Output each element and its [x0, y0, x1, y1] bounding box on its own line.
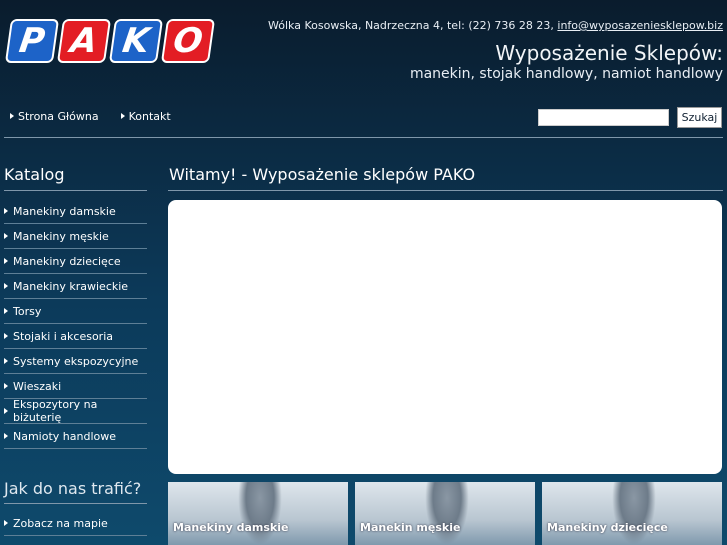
arrow-right-icon	[4, 233, 8, 239]
thumb-manekiny-damskie[interactable]: Manekiny damskie	[168, 482, 348, 545]
logo-letter-o: O	[160, 19, 216, 63]
sidebar-item-label: Zobacz na mapie	[13, 516, 108, 530]
sidebar-item-map[interactable]: Zobacz na mapie	[4, 511, 147, 536]
mannequin-image	[238, 482, 282, 545]
sidebar-item-systemy[interactable]: Systemy ekspozycyjne	[4, 349, 147, 374]
catalog-list: Manekiny damskie Manekiny męskie Manekin…	[4, 199, 147, 449]
sidebar-item-manekiny-meskie[interactable]: Manekiny męskie	[4, 224, 147, 249]
logo-letter-a: A	[56, 19, 112, 63]
arrow-right-icon	[4, 208, 8, 214]
arrow-right-icon	[4, 433, 8, 439]
sidebar-item-label: Systemy ekspozycyjne	[13, 354, 139, 368]
sidebar-title: Katalog	[4, 165, 65, 184]
page-title: Witamy! - Wyposażenie sklepów PAKO	[169, 165, 476, 184]
arrow-right-icon	[4, 258, 8, 264]
arrow-right-icon	[10, 113, 14, 119]
contact-address: Wólka Kosowska, Nadrzeczna 4, tel: (22) …	[268, 19, 554, 32]
nav-item-label: Strona Główna	[18, 110, 99, 123]
thumb-caption: Manekiny dziecięce	[547, 521, 668, 534]
sidebar-item-label: Namioty handlowe	[13, 429, 117, 443]
main-title-divider	[168, 190, 723, 191]
sidebar-item-label: Stojaki i akcesoria	[13, 329, 114, 343]
sidebar-item-manekiny-dzieciece[interactable]: Manekiny dziecięce	[4, 249, 147, 274]
directions-list: Zobacz na mapie	[4, 511, 147, 536]
arrow-right-icon	[4, 408, 8, 414]
sidebar-item-label: Manekiny damskie	[13, 204, 116, 218]
sidebar-item-manekiny-krawieckie[interactable]: Manekiny krawieckie	[4, 274, 147, 299]
nav-item-label: Kontakt	[128, 110, 171, 123]
sidebar-item-torsy[interactable]: Torsy	[4, 299, 147, 324]
top-nav: Strona Główna Kontakt	[10, 110, 171, 123]
tagline-title: Wyposażenie Sklepów:	[495, 41, 723, 65]
thumb-manekiny-dzieciece[interactable]: Manekiny dziecięce	[542, 482, 722, 545]
sidebar-item-label: Manekiny dziecięce	[13, 254, 121, 268]
contact-info: Wólka Kosowska, Nadrzeczna 4, tel: (22) …	[268, 19, 723, 32]
sidebar-item-namioty[interactable]: Namioty handlowe	[4, 424, 147, 449]
arrow-right-icon	[4, 283, 8, 289]
logo-letter-k: K	[108, 19, 164, 63]
sidebar-directions-divider	[4, 503, 147, 504]
tagline-subtitle: manekin, stojak handlowy, namiot handlow…	[409, 66, 723, 82]
sidebar-directions-title: Jak do nas trafić?	[4, 479, 142, 498]
nav-item-home[interactable]: Strona Główna	[10, 110, 99, 123]
logo-letter-p: P	[4, 19, 60, 63]
arrow-right-icon	[4, 308, 8, 314]
sidebar-item-label: Manekiny krawieckie	[13, 279, 129, 293]
search-input[interactable]	[538, 109, 669, 126]
arrow-right-icon	[120, 113, 125, 119]
sidebar-item-manekiny-damskie[interactable]: Manekiny damskie	[4, 199, 147, 224]
sidebar-item-label: Wieszaki	[13, 379, 62, 393]
thumb-manekin-meskie[interactable]: Manekin męskie	[355, 482, 535, 545]
sidebar-item-label: Manekiny męskie	[13, 229, 109, 243]
arrow-right-icon	[4, 358, 8, 364]
sidebar-item-wieszaki[interactable]: Wieszaki	[4, 374, 147, 399]
mannequin-image	[612, 482, 656, 545]
sidebar-item-ekspozytory[interactable]: Ekspozytory na biżuterię	[4, 398, 147, 424]
search-button[interactable]: Szukaj	[677, 107, 722, 128]
nav-item-contact[interactable]: Kontakt	[120, 110, 171, 123]
mannequin-image	[425, 482, 469, 545]
contact-email-link[interactable]: info@wyposazeniesklepow.biz	[557, 19, 723, 32]
thumb-caption: Manekiny damskie	[173, 521, 289, 534]
sidebar-title-divider	[4, 190, 147, 191]
content-panel	[168, 200, 722, 474]
header-divider	[4, 137, 723, 138]
sidebar-item-stojaki[interactable]: Stojaki i akcesoria	[4, 324, 147, 349]
sidebar-item-label: Torsy	[13, 304, 42, 318]
pako-logo[interactable]: P A K O	[4, 19, 216, 63]
thumb-caption: Manekin męskie	[360, 521, 461, 534]
sidebar-item-label: Ekspozytory na biżuterię	[13, 398, 98, 424]
arrow-right-icon	[4, 383, 8, 389]
arrow-right-icon	[4, 520, 8, 526]
arrow-right-icon	[4, 333, 8, 339]
